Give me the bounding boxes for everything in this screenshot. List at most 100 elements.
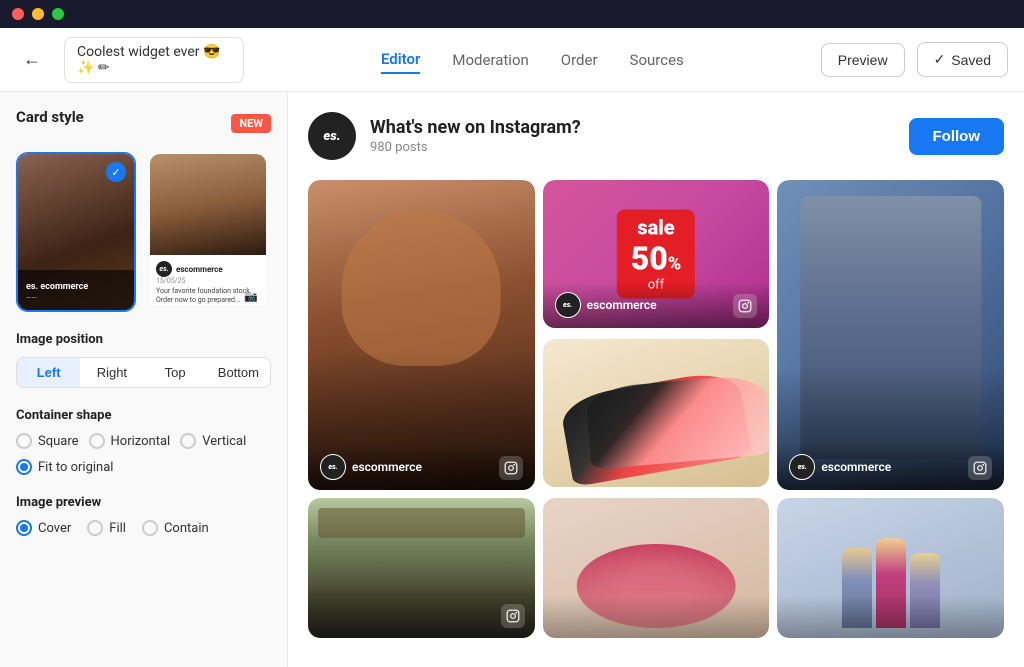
shape-square-label: Square xyxy=(38,434,79,449)
shape-vertical-label: Vertical xyxy=(202,434,246,449)
feed-post-count: 980 posts xyxy=(370,140,909,155)
photo-card-group[interactable] xyxy=(777,498,1004,638)
preview-cover-label: Cover xyxy=(38,521,71,536)
preview-cover-option[interactable]: Cover xyxy=(16,520,71,536)
container-shape-section: Container shape Square Horizontal Vertic… xyxy=(16,408,271,475)
check-icon: ✓ xyxy=(934,51,946,68)
photo-group-image xyxy=(777,498,1004,638)
image-preview-radio-group: Cover Fill Contain xyxy=(16,520,271,536)
photo-avatar-1: es. xyxy=(320,454,346,480)
photo-card-fashion[interactable]: es. escommerce xyxy=(777,180,1004,490)
card-2-name: escommerce xyxy=(176,265,223,274)
photo-avatar-sale: es. xyxy=(555,292,581,318)
tab-sources[interactable]: Sources xyxy=(630,47,684,73)
photo-card-shoes[interactable] xyxy=(543,339,770,490)
card-label-1: es. ecommerce —— xyxy=(26,282,88,302)
shape-vertical-radio xyxy=(180,433,196,449)
preview-button[interactable]: Preview xyxy=(821,43,905,77)
widget-title-text: Coolest widget ever 😎✨ ✏ xyxy=(77,44,231,76)
rack-bar xyxy=(318,508,525,538)
shape-horizontal-option[interactable]: Horizontal xyxy=(89,433,171,449)
minimize-dot[interactable] xyxy=(32,8,44,20)
position-right-button[interactable]: Right xyxy=(80,358,143,387)
widget-title-input[interactable]: Coolest widget ever 😎✨ ✏ xyxy=(64,37,244,83)
photo-user-sale: es. escommerce xyxy=(555,292,657,318)
shape-fit-radio xyxy=(16,459,32,475)
card-preview-image-2 xyxy=(150,154,266,255)
sale-text: sale xyxy=(631,216,681,240)
shape-vertical-option[interactable]: Vertical xyxy=(180,433,246,449)
instagram-icon-fashion xyxy=(968,456,992,480)
tab-order[interactable]: Order xyxy=(561,47,598,73)
tab-moderation[interactable]: Moderation xyxy=(452,47,528,73)
photo-flowers-image xyxy=(543,498,770,638)
photo-avatar-fashion: es. xyxy=(789,454,815,480)
maximize-dot[interactable] xyxy=(52,8,64,20)
nav-tabs: Editor Moderation Order Sources xyxy=(260,46,805,74)
photo-portrait-image: es. escommerce xyxy=(308,180,535,490)
tab-editor[interactable]: Editor xyxy=(381,46,420,74)
portrait-face xyxy=(342,211,501,366)
preview-fill-radio xyxy=(87,520,103,536)
photo-card-sale[interactable]: sale 50 % off es. xyxy=(543,180,770,331)
new-badge: NEW xyxy=(231,114,271,133)
photo-username-fashion: escommerce xyxy=(821,460,891,474)
photo-user-1: es. escommerce xyxy=(320,454,422,480)
image-position-section: Image position Left Right Top Bottom xyxy=(16,332,271,388)
shape-fit-label: Fit to original xyxy=(38,460,113,475)
card-style-section: Card style NEW es. ecommerce —— ✓ xyxy=(16,108,271,312)
feed-title: What's new on Instagram? xyxy=(370,117,909,138)
card-style-option-1[interactable]: es. ecommerce —— ✓ xyxy=(16,152,136,312)
shoe-silhouette-2 xyxy=(585,373,770,470)
topbar-actions: Preview ✓ Saved xyxy=(821,42,1008,77)
selected-check-icon: ✓ xyxy=(106,162,126,182)
photo-card-store[interactable] xyxy=(308,498,535,638)
mini-avatar: es. xyxy=(156,261,172,277)
position-bottom-button[interactable]: Bottom xyxy=(207,358,270,387)
instagram-icon-sale xyxy=(733,294,757,318)
position-left-button[interactable]: Left xyxy=(17,358,80,387)
preview-fill-option[interactable]: Fill xyxy=(87,520,126,536)
follow-button[interactable]: Follow xyxy=(909,118,1005,155)
saved-label: Saved xyxy=(951,52,991,68)
preview-contain-radio xyxy=(142,520,158,536)
instagram-icon-store xyxy=(501,604,525,628)
preview-cover-radio xyxy=(16,520,32,536)
photo-fashion-image: es. escommerce xyxy=(777,180,1004,490)
photo-footer-fashion: es. escommerce xyxy=(777,444,1004,490)
photo-card-flowers[interactable] xyxy=(543,498,770,638)
photo-username-sale: escommerce xyxy=(587,298,657,312)
shape-square-radio xyxy=(16,433,32,449)
image-preview-title: Image preview xyxy=(16,495,271,510)
sidebar: Card style NEW es. ecommerce —— ✓ xyxy=(0,92,288,667)
card-style-header: Card style NEW xyxy=(16,108,271,138)
card-img-2 xyxy=(150,154,266,255)
instagram-icon-1 xyxy=(499,456,523,480)
back-button[interactable]: ← xyxy=(16,44,48,76)
flowers-gradient xyxy=(543,596,770,638)
container-shape-title: Container shape xyxy=(16,408,271,423)
position-top-button[interactable]: Top xyxy=(144,358,207,387)
topbar: ← Coolest widget ever 😎✨ ✏ Editor Modera… xyxy=(0,28,1024,92)
photo-sale-image: sale 50 % off es. xyxy=(543,180,770,328)
sale-percent-row: 50 % xyxy=(631,240,681,278)
instagram-icon-small: 📷 xyxy=(244,285,258,304)
shape-fit-option[interactable]: Fit to original xyxy=(16,459,271,475)
photo-card-portrait-main[interactable]: es. escommerce xyxy=(308,180,535,490)
preview-contain-option[interactable]: Contain xyxy=(142,520,209,536)
card-style-option-2[interactable]: es. escommerce 15/05/25 Your favorite fo… xyxy=(148,152,268,312)
photo-username-1: escommerce xyxy=(352,460,422,474)
shape-square-option[interactable]: Square xyxy=(16,433,79,449)
image-preview-section: Image preview Cover Fill Contain xyxy=(16,495,271,536)
sale-percent: 50 xyxy=(631,240,668,278)
saved-button[interactable]: ✓ Saved xyxy=(917,42,1008,77)
card-styles-row: es. ecommerce —— ✓ es. xyxy=(16,152,271,312)
card-style-title: Card style xyxy=(16,108,84,126)
shape-horizontal-label: Horizontal xyxy=(111,434,171,449)
close-dot[interactable] xyxy=(12,8,24,20)
group-gradient xyxy=(777,596,1004,638)
window-chrome xyxy=(0,0,1024,28)
photo-footer-sale: es. escommerce xyxy=(543,282,770,328)
container-shape-radio-group: Square Horizontal Vertical Fit to origin… xyxy=(16,433,271,475)
feed-avatar-text: es. xyxy=(323,129,340,144)
